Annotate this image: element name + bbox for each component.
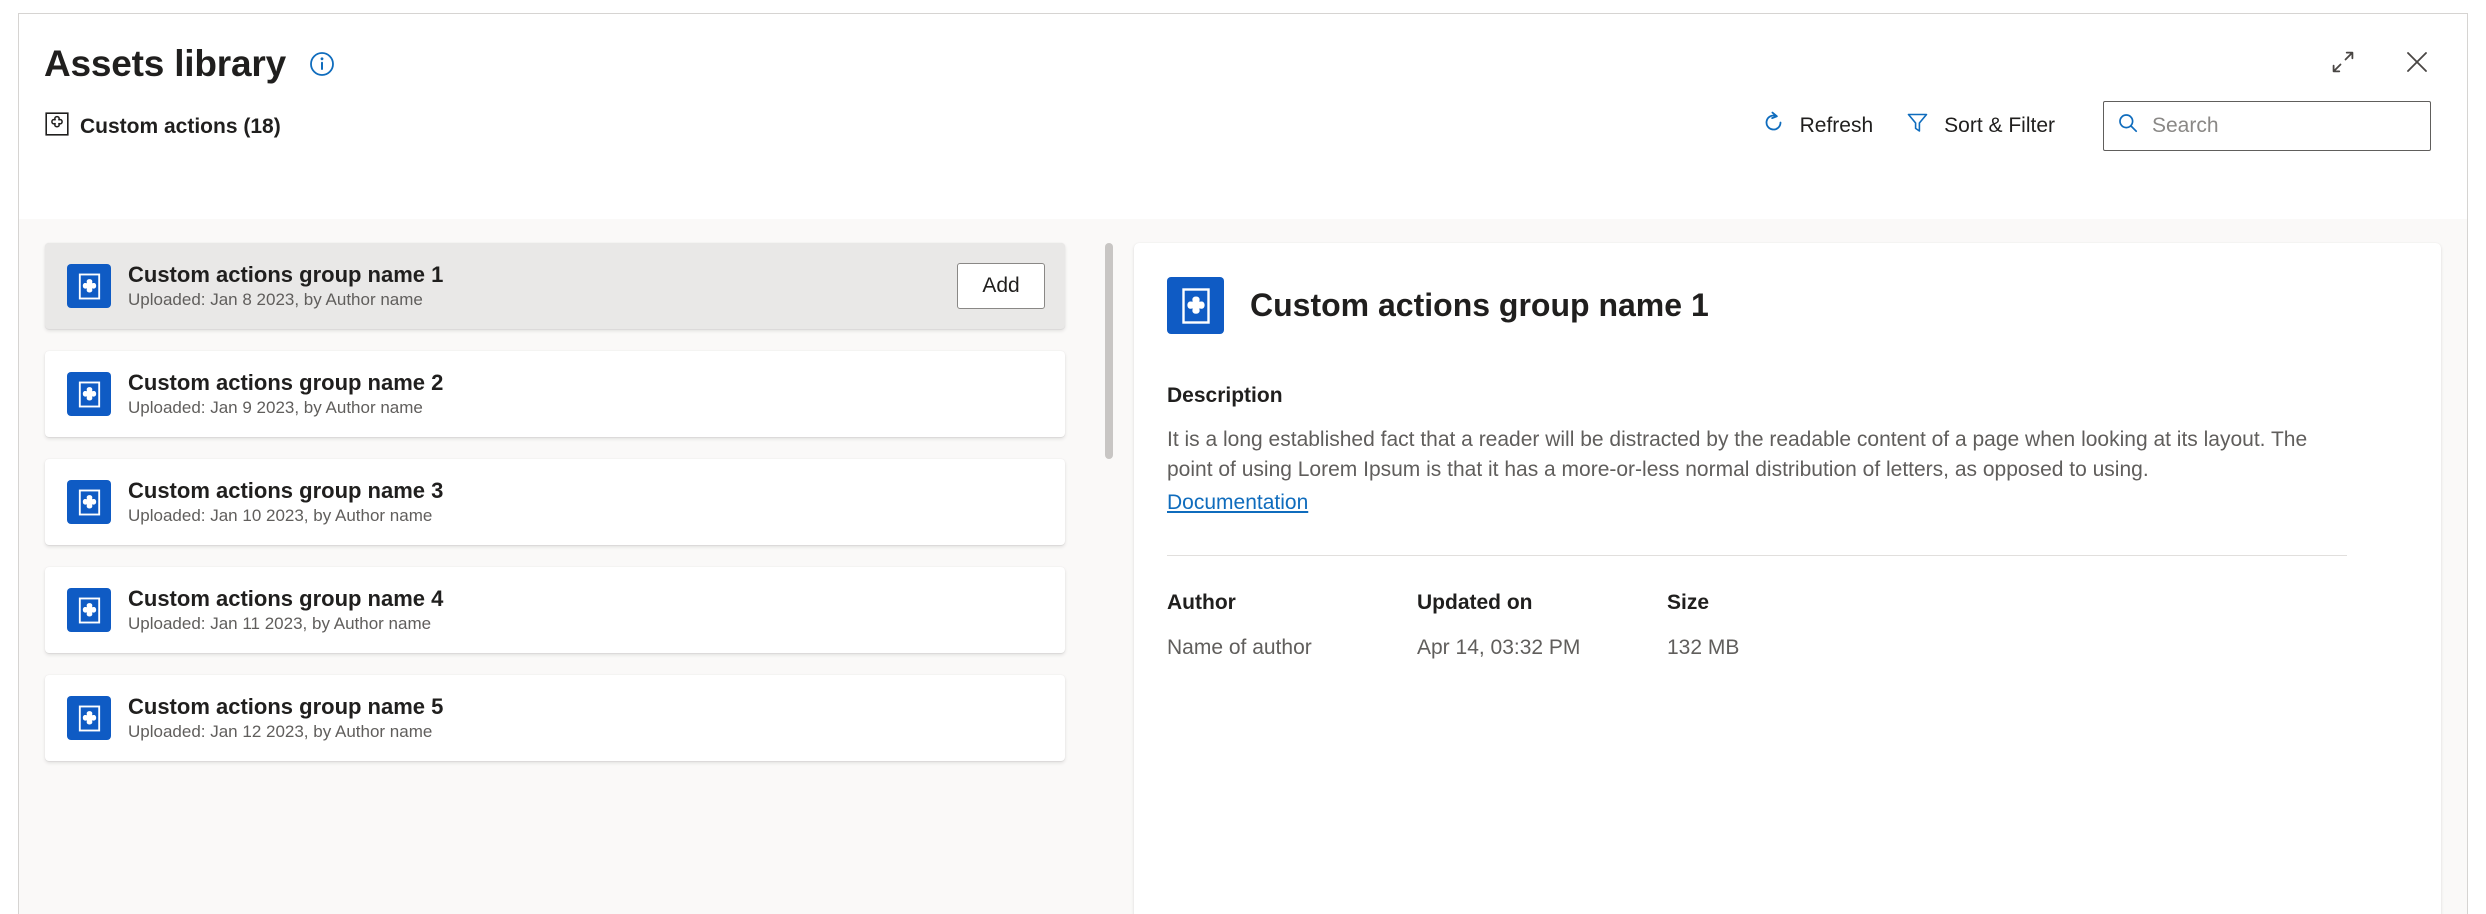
metadata-column: Author Name of author [1167, 591, 1417, 660]
search-icon [2116, 111, 2140, 140]
list-scrollbar-thumb[interactable] [1105, 243, 1113, 459]
list-item-name: Custom actions group name 4 [128, 586, 443, 611]
list-item-meta: Uploaded: Jan 9 2023, by Author name [128, 398, 443, 418]
custom-actions-puzzle-icon [67, 372, 111, 416]
list-item-text: Custom actions group name 4 Uploaded: Jan… [128, 586, 443, 635]
funnel-icon [1905, 110, 1930, 141]
list-item-text: Custom actions group name 2 Uploaded: Jan… [128, 370, 443, 419]
metadata-column: Size 132 MB [1667, 591, 1917, 660]
refresh-button[interactable]: Refresh [1745, 100, 1890, 151]
detail-header: Custom actions group name 1 [1167, 277, 2399, 334]
metadata-column: Updated on Apr 14, 03:32 PM [1417, 591, 1667, 660]
list-item-name: Custom actions group name 2 [128, 370, 443, 395]
list-item[interactable]: Custom actions group name 5 Uploaded: Jan… [45, 675, 1065, 761]
custom-actions-puzzle-icon [67, 696, 111, 740]
category-label: Custom actions (18) [80, 115, 281, 139]
window-controls [2321, 40, 2439, 84]
list-item-meta: Uploaded: Jan 8 2023, by Author name [128, 290, 443, 310]
sort-filter-button[interactable]: Sort & Filter [1889, 100, 2071, 151]
page-title: Assets library [44, 44, 286, 85]
metadata-value: 132 MB [1667, 636, 1917, 660]
detail-metadata: Author Name of authorUpdated on Apr 14, 03… [1167, 591, 2399, 660]
dialog-header: Assets library [19, 14, 2467, 219]
detail-card: Custom actions group name 1 Description … [1134, 243, 2441, 914]
title-row: Assets library [44, 44, 336, 85]
expand-diagonal-icon[interactable] [2321, 40, 2365, 84]
category-count: Custom actions (18) [45, 112, 281, 141]
description-text: It is a long established fact that a rea… [1167, 425, 2342, 485]
search-box[interactable] [2103, 101, 2431, 151]
list-item-text: Custom actions group name 1 Uploaded: Jan… [128, 262, 443, 311]
search-input[interactable] [2152, 114, 2423, 138]
list-item-name: Custom actions group name 1 [128, 262, 443, 287]
list-item[interactable]: Custom actions group name 1 Uploaded: Jan… [45, 243, 1065, 329]
list-item[interactable]: Custom actions group name 3 Uploaded: Jan… [45, 459, 1065, 545]
detail-column: Custom actions group name 1 Description … [1134, 219, 2467, 914]
custom-actions-puzzle-icon [45, 112, 69, 141]
assets-list: Custom actions group name 1 Uploaded: Jan… [45, 243, 1105, 914]
toolbar: Refresh Sort & Filter [1745, 100, 2431, 151]
list-item-meta: Uploaded: Jan 12 2023, by Author name [128, 722, 443, 742]
custom-actions-puzzle-icon [67, 264, 111, 308]
list-item-name: Custom actions group name 3 [128, 478, 443, 503]
list-item-meta: Uploaded: Jan 10 2023, by Author name [128, 506, 443, 526]
metadata-key: Updated on [1417, 591, 1667, 615]
custom-actions-puzzle-icon [1167, 277, 1224, 334]
list-item[interactable]: Custom actions group name 2 Uploaded: Jan… [45, 351, 1065, 437]
dialog-body: Custom actions group name 1 Uploaded: Jan… [19, 219, 2467, 914]
description-label: Description [1167, 384, 2399, 408]
list-item-name: Custom actions group name 5 [128, 694, 443, 719]
metadata-key: Size [1667, 591, 1917, 615]
list-item-text: Custom actions group name 3 Uploaded: Jan… [128, 478, 443, 527]
refresh-icon [1761, 110, 1786, 141]
assets-library-dialog: Assets library [18, 13, 2468, 914]
close-icon[interactable] [2395, 40, 2439, 84]
screen: Assets library [0, 0, 2486, 914]
custom-actions-puzzle-icon [67, 480, 111, 524]
assets-list-column: Custom actions group name 1 Uploaded: Jan… [19, 219, 1134, 914]
list-scrollbar-track[interactable] [1104, 243, 1114, 914]
subheader: Custom actions (18) Refresh [19, 96, 2467, 218]
custom-actions-puzzle-icon [67, 588, 111, 632]
info-circle-icon[interactable] [308, 50, 336, 78]
add-button[interactable]: Add [957, 263, 1045, 309]
metadata-value: Apr 14, 03:32 PM [1417, 636, 1667, 660]
detail-divider [1167, 555, 2347, 556]
list-item[interactable]: Custom actions group name 4 Uploaded: Jan… [45, 567, 1065, 653]
metadata-value: Name of author [1167, 636, 1417, 660]
metadata-key: Author [1167, 591, 1417, 615]
documentation-link[interactable]: Documentation [1167, 491, 1308, 515]
list-item-meta: Uploaded: Jan 11 2023, by Author name [128, 614, 443, 634]
refresh-label: Refresh [1800, 114, 1874, 138]
list-item-text: Custom actions group name 5 Uploaded: Jan… [128, 694, 443, 743]
sort-filter-label: Sort & Filter [1944, 114, 2055, 138]
detail-title: Custom actions group name 1 [1250, 288, 1709, 323]
